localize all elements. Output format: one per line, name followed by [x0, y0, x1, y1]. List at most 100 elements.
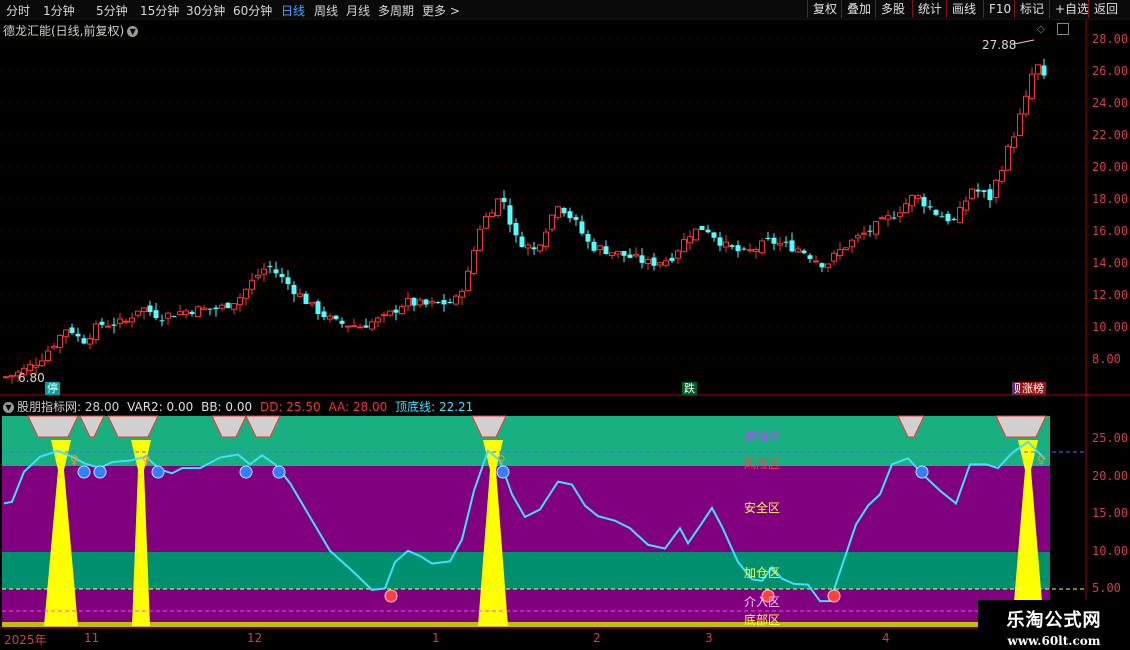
candle-body	[147, 305, 153, 313]
candle-body	[183, 310, 189, 316]
candle-body	[669, 257, 675, 262]
candle-body	[633, 254, 639, 257]
x-axis-label: 11	[84, 631, 100, 645]
candle-body	[321, 311, 327, 318]
y-tick: 20.00	[1092, 160, 1129, 174]
candle-body	[1029, 73, 1035, 99]
candle-body	[3, 376, 9, 379]
candle-body	[753, 248, 759, 252]
candle-body	[243, 288, 249, 299]
candle-body	[609, 252, 615, 256]
candle-body	[81, 338, 87, 344]
chevron-down-icon[interactable]: ▼	[127, 26, 139, 37]
person-marker: ♀	[142, 453, 151, 467]
candle-body	[471, 249, 477, 274]
y-tick: 14.00	[1092, 256, 1129, 270]
candle-body	[177, 311, 183, 315]
zone-risk-label: 风险区	[744, 457, 781, 471]
candle-body	[363, 325, 369, 328]
candle-body	[375, 317, 381, 323]
candle-body	[555, 206, 561, 218]
candle-body	[873, 221, 879, 235]
candle-body	[627, 254, 633, 258]
indicator-y-tick: 15.00	[1092, 506, 1129, 520]
candle-body	[903, 203, 909, 214]
indicator-title-bar: ▼ 股朋指标网: 28.00 VAR2: 0.00 BB: 0.00 DD: 25…	[3, 398, 473, 415]
red-signal-dot	[384, 589, 398, 603]
candle-body	[123, 320, 129, 323]
candle-body	[225, 302, 231, 308]
candle-body	[501, 197, 507, 203]
candle-body	[45, 350, 51, 362]
candle-body	[855, 235, 861, 239]
candle-body	[549, 214, 555, 230]
indicator-y-tick: 10.00	[1092, 544, 1129, 558]
candle-body	[111, 324, 117, 326]
candle-body	[381, 314, 387, 317]
candle-body	[993, 179, 999, 198]
candle-body	[513, 222, 519, 236]
y-tick: 22.00	[1092, 128, 1129, 142]
candle-body	[585, 233, 591, 242]
candle-body	[9, 374, 15, 378]
candle-body	[387, 310, 393, 316]
zone-enter-label: 介入区	[744, 595, 781, 609]
candle-body	[987, 189, 993, 201]
blue-signal-dot	[239, 465, 253, 479]
dd-value: DD: 25.50	[259, 400, 321, 414]
candle-body	[579, 221, 585, 234]
indicator-y-tick: 5.00	[1092, 581, 1121, 595]
diamond-icon[interactable]: ◇	[1037, 24, 1045, 35]
candle-body	[663, 260, 669, 266]
y-tick: 12.00	[1092, 288, 1129, 302]
x-axis-label: 4	[882, 631, 890, 645]
candle-body	[1023, 95, 1029, 115]
candle-body	[879, 217, 885, 220]
candlesticks	[3, 39, 1047, 384]
candle-body	[69, 327, 75, 334]
candle-body	[417, 299, 423, 306]
candle-body	[57, 334, 63, 348]
candle-body	[51, 345, 57, 349]
indicator-name: 股朋指标网	[17, 400, 78, 414]
candle-body	[759, 240, 765, 254]
y-tick: 8.00	[1092, 352, 1121, 366]
chevron-down-icon[interactable]: ▼	[3, 402, 14, 413]
person-marker: ♀	[70, 453, 79, 467]
candle-body	[831, 252, 837, 262]
candle-body	[537, 244, 543, 252]
candle-body	[279, 274, 285, 277]
candle-body	[267, 266, 273, 268]
candle-body	[567, 211, 573, 219]
candle-body	[969, 188, 975, 199]
candle-body	[27, 363, 33, 372]
low-price-label: 6.80	[18, 371, 45, 385]
window-toggle-icon[interactable]	[1057, 23, 1069, 35]
band-bottom	[2, 622, 1050, 627]
candle-body	[153, 310, 159, 319]
high-price-label: 27.88	[982, 38, 1017, 52]
candle-body	[273, 269, 279, 274]
zone-add-label: 加仓区	[744, 566, 781, 580]
y-tick: 18.00	[1092, 192, 1129, 206]
y-tick: 10.00	[1092, 320, 1129, 334]
x-axis-label: 2	[593, 631, 601, 645]
stock-chart-canvas[interactable]: ♀ ♀ ♀ ♀	[0, 0, 1130, 650]
candle-body	[885, 215, 891, 220]
candle-body	[309, 301, 315, 305]
candle-body	[747, 249, 753, 252]
x-axis-label: 3	[705, 631, 713, 645]
candle-body	[1005, 145, 1011, 171]
candle-body	[99, 321, 105, 325]
candle-body	[87, 338, 93, 345]
candle-body	[219, 304, 225, 309]
candle-body	[327, 315, 333, 320]
candle-body	[405, 297, 411, 307]
candle-body	[645, 258, 651, 264]
indicator-bands	[2, 415, 1050, 627]
candle-body	[261, 268, 267, 275]
candle-body	[591, 241, 597, 251]
indicator-y-tick: 20.00	[1092, 469, 1129, 483]
candle-body	[489, 212, 495, 217]
candle-body	[33, 364, 39, 368]
